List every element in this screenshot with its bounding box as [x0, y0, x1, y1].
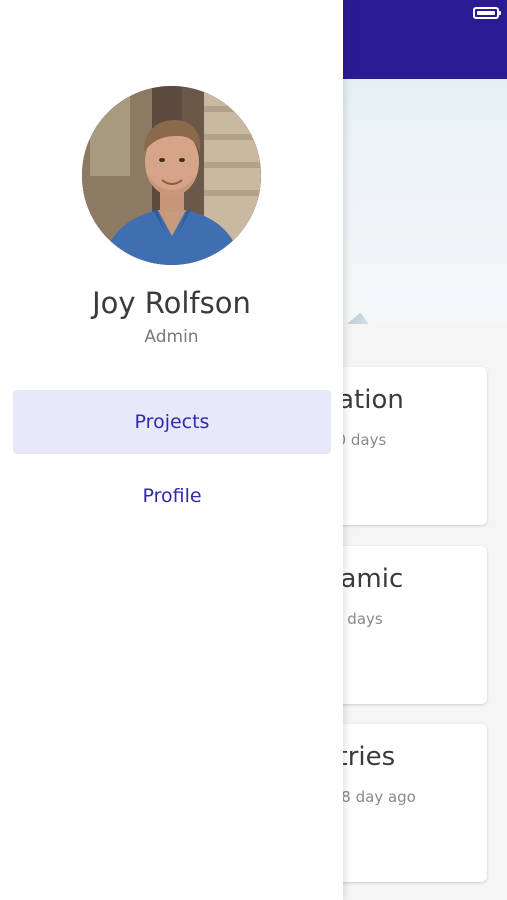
drawer-item-profile[interactable]: Profile: [13, 464, 331, 528]
hero-image-detail: [347, 312, 369, 324]
project-card-meta: d 8 day ago: [327, 788, 416, 806]
navigation-drawer: Joy Rolfson Admin Projects Profile: [0, 0, 343, 900]
project-card-meta: 8 days: [333, 610, 383, 628]
user-role: Admin: [144, 327, 199, 347]
drawer-item-projects[interactable]: Projects: [13, 390, 331, 454]
user-name: Joy Rolfson: [92, 286, 251, 320]
project-card-title: stries: [324, 742, 396, 772]
battery-icon: [473, 7, 501, 19]
user-avatar[interactable]: [82, 86, 261, 265]
project-card-title: namic: [324, 564, 404, 594]
project-card-meta: 10 days: [327, 431, 387, 449]
